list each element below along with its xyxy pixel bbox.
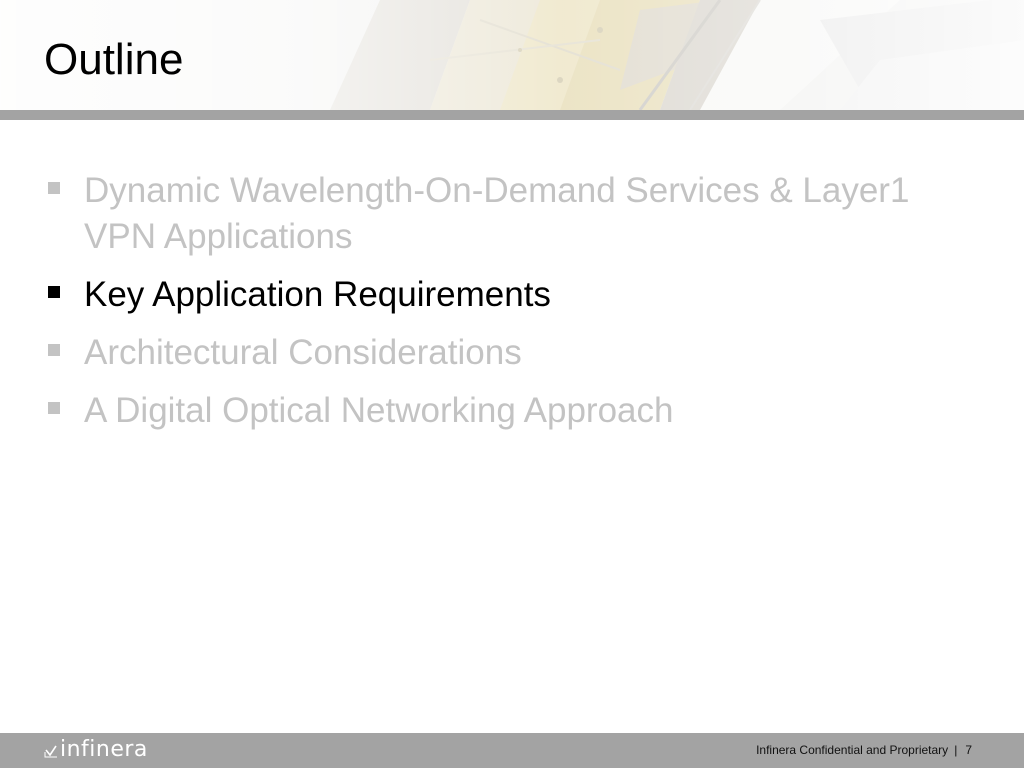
bullet-item-key-requirements: Key Application Requirements	[48, 272, 948, 318]
bullet-text: Architectural Considerations	[84, 333, 522, 372]
slide-header: Outline	[0, 0, 1024, 110]
bullet-text: A Digital Optical Networking Approach	[84, 391, 674, 430]
square-bullet-icon	[48, 182, 60, 194]
footer-separator: |	[954, 743, 958, 757]
bullet-item-architectural-considerations: Architectural Considerations	[48, 330, 948, 376]
outline-bullet-list: Dynamic Wavelength-On-Demand Services & …	[48, 168, 948, 446]
square-bullet-icon	[48, 344, 60, 356]
page-number: 7	[965, 743, 972, 757]
bullet-text: Key Application Requirements	[84, 275, 551, 314]
bullet-item-wavelength-services: Dynamic Wavelength-On-Demand Services & …	[48, 168, 948, 260]
square-bullet-icon	[48, 402, 60, 414]
bullet-item-digital-optical-networking: A Digital Optical Networking Approach	[48, 388, 948, 434]
confidential-notice: Infinera Confidential and Proprietary	[756, 743, 949, 757]
square-bullet-icon	[48, 286, 60, 298]
slide-footer: infinera Infinera Confidential and Propr…	[0, 733, 1024, 768]
infinera-logo-mark-icon	[44, 745, 57, 758]
logo-wordmark: infinera	[60, 737, 148, 762]
header-divider-bar	[0, 110, 1024, 120]
footer-info: Infinera Confidential and Proprietary | 7	[756, 743, 972, 757]
bullet-text: Dynamic Wavelength-On-Demand Services & …	[84, 171, 910, 256]
slide-title: Outline	[44, 35, 184, 84]
infinera-logo: infinera	[44, 737, 148, 763]
